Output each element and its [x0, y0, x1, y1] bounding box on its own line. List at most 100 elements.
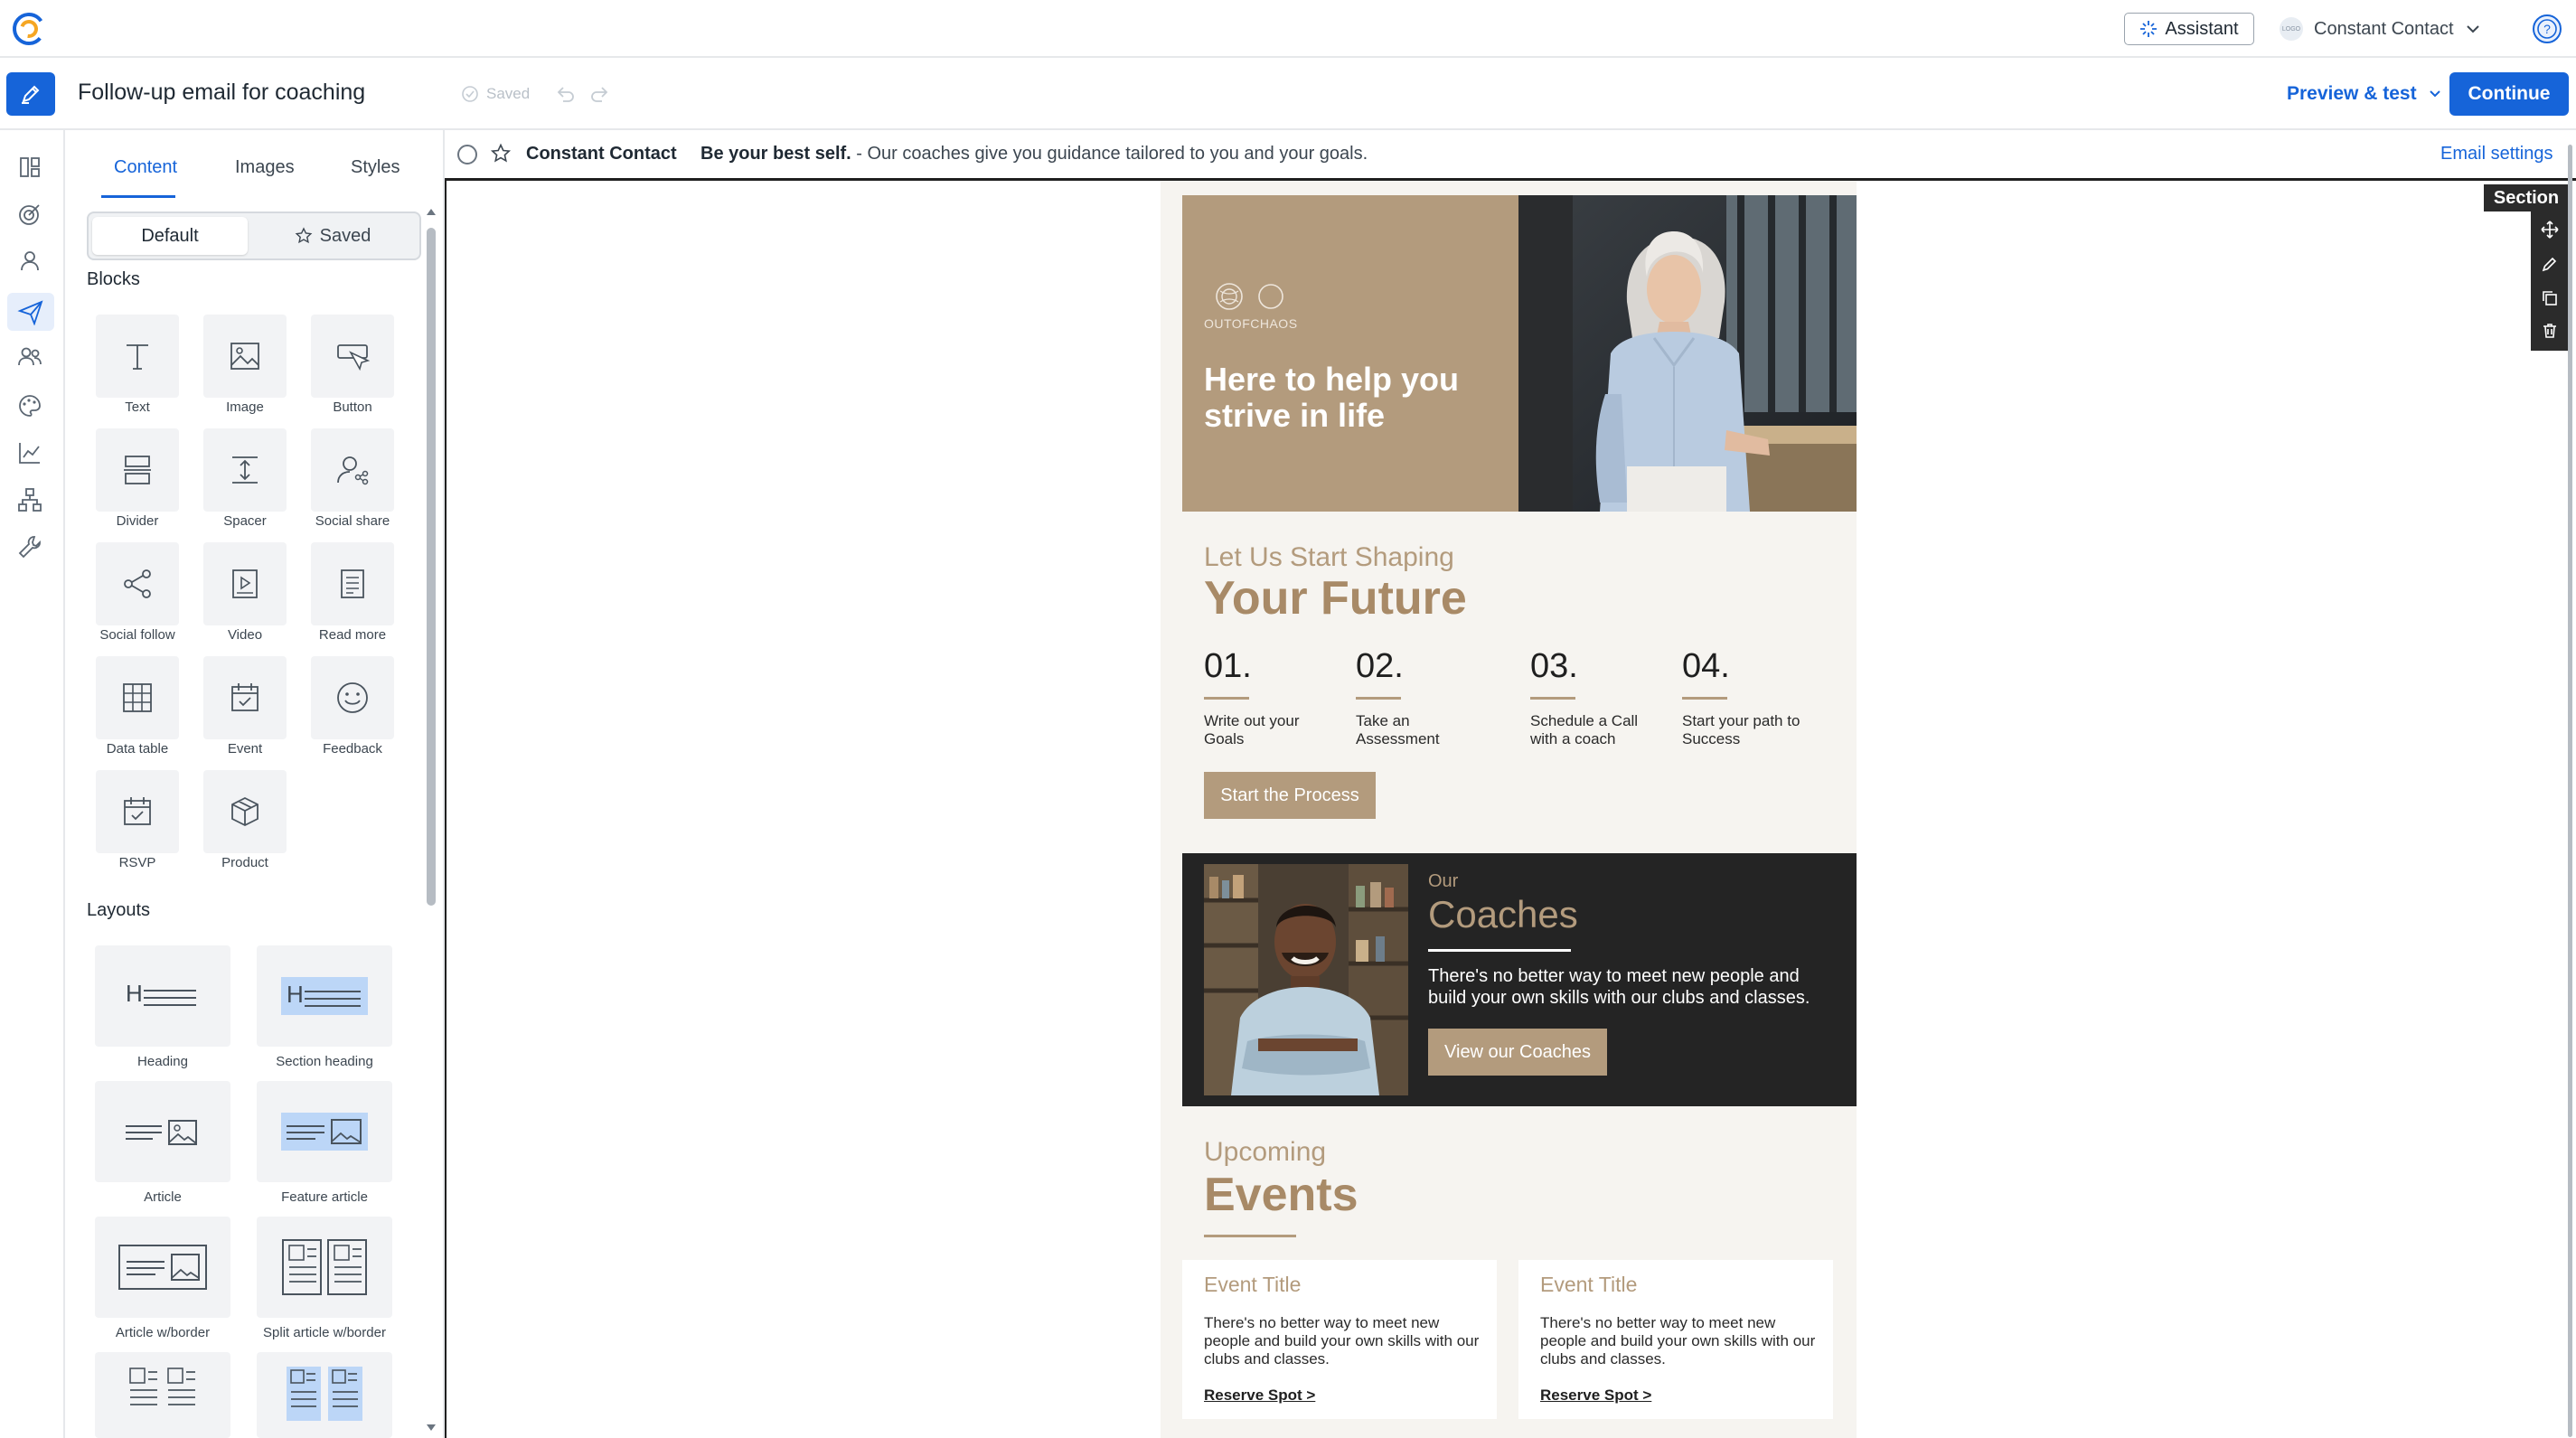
- block-text[interactable]: [96, 315, 179, 398]
- check-circle-icon: [461, 85, 479, 103]
- block-divider[interactable]: [96, 428, 179, 512]
- block-read-more[interactable]: [311, 542, 394, 625]
- intro-title[interactable]: Your Future: [1204, 571, 1467, 625]
- chevron-down-icon: [2465, 21, 2481, 37]
- dashboard-icon[interactable]: [16, 154, 43, 181]
- target-icon[interactable]: [16, 201, 43, 228]
- layout-label: Article: [144, 1189, 182, 1205]
- layout-split-article-border[interactable]: [257, 1217, 392, 1318]
- duplicate-icon[interactable]: [2541, 289, 2559, 307]
- block-product[interactable]: [203, 770, 287, 853]
- reserve-spot-link[interactable]: Reserve Spot >: [1204, 1386, 1315, 1405]
- block-event[interactable]: [203, 656, 287, 739]
- block-social-follow[interactable]: [96, 542, 179, 625]
- tools-wrench-icon[interactable]: [16, 533, 43, 560]
- hero-section[interactable]: OUTOFCHAOS Here to help you strive in li…: [1182, 195, 1857, 512]
- email-body: OUTOFCHAOS Here to help you strive in li…: [1161, 181, 1857, 1438]
- block-rsvp[interactable]: [96, 770, 179, 853]
- block-label: Button: [333, 399, 372, 415]
- saved-segment-label: Saved: [319, 225, 371, 246]
- scroll-up-icon[interactable]: [425, 206, 437, 217]
- tab-content[interactable]: Content: [114, 157, 177, 178]
- step-item[interactable]: 01. Write out your Goals: [1204, 647, 1358, 748]
- reporting-chart-icon[interactable]: [16, 439, 43, 466]
- contact-icon[interactable]: [16, 248, 43, 275]
- split-article-layout-icon: [282, 1239, 367, 1295]
- saved-segment[interactable]: Saved: [251, 217, 414, 255]
- block-image[interactable]: [203, 315, 287, 398]
- integrations-icon[interactable]: [16, 486, 43, 513]
- star-icon[interactable]: [490, 143, 512, 164]
- contacts-group-icon[interactable]: [16, 343, 43, 371]
- tab-styles[interactable]: Styles: [351, 157, 400, 178]
- star-icon: [295, 227, 313, 245]
- subject-text: Be your best self.: [700, 144, 851, 164]
- undo-icon[interactable]: [556, 85, 576, 103]
- intro-kicker[interactable]: Let Us Start Shaping: [1204, 542, 1454, 573]
- events-title[interactable]: Events: [1204, 1168, 1359, 1222]
- trash-icon[interactable]: [2541, 322, 2559, 340]
- block-social-share[interactable]: [311, 428, 394, 512]
- step-text: Write out your Goals: [1204, 712, 1300, 747]
- campaigns-send-icon[interactable]: [7, 293, 54, 331]
- active-tab-indicator: [101, 195, 175, 198]
- panel-scrollbar-thumb[interactable]: [427, 228, 436, 906]
- account-menu[interactable]: LOGO Constant Contact: [2280, 13, 2481, 45]
- block-button[interactable]: [311, 315, 394, 398]
- event-title: Event Title: [1204, 1273, 1302, 1296]
- continue-button[interactable]: Continue: [2449, 72, 2569, 116]
- step-item[interactable]: 02. Take an Assessment: [1356, 647, 1509, 748]
- tab-images[interactable]: Images: [235, 157, 295, 178]
- layout-two-column-feature[interactable]: [257, 1352, 392, 1438]
- edit-pencil-icon[interactable]: [2541, 255, 2559, 273]
- event-card[interactable]: Event Title There's no better way to mee…: [1518, 1260, 1833, 1419]
- block-data-table[interactable]: [96, 656, 179, 739]
- layout-heading[interactable]: H: [95, 945, 230, 1047]
- step-number: 04.: [1682, 647, 1730, 685]
- canvas-scrollbar[interactable]: [2567, 145, 2574, 1437]
- social-share-icon: [337, 456, 369, 485]
- palette-icon[interactable]: [16, 392, 43, 419]
- constant-contact-logo-icon[interactable]: [11, 11, 47, 47]
- sparkle-icon: [2139, 20, 2158, 38]
- events-kicker[interactable]: Upcoming: [1204, 1137, 1326, 1168]
- scroll-down-icon[interactable]: [425, 1423, 437, 1433]
- account-name: Constant Contact: [2314, 18, 2454, 39]
- step-underline: [1682, 697, 1727, 700]
- default-segment[interactable]: Default: [92, 217, 248, 255]
- edit-design-button[interactable]: [6, 72, 55, 116]
- layout-section-heading[interactable]: H: [257, 945, 392, 1047]
- block-source-toggle: Default Saved: [87, 211, 421, 260]
- coaches-section[interactable]: Our Coaches There's no better way to mee…: [1182, 853, 1857, 1106]
- subject-preheader[interactable]: Be your best self. - Our coaches give yo…: [700, 144, 1368, 164]
- layout-label: Section heading: [276, 1054, 373, 1069]
- layout-article-border[interactable]: [95, 1217, 230, 1318]
- view-coaches-button[interactable]: View our Coaches: [1428, 1029, 1607, 1076]
- section-tools: [2531, 211, 2569, 351]
- preview-label: Preview & test: [2287, 83, 2417, 104]
- outofchaos-logo-icon: [1204, 280, 1303, 313]
- move-icon[interactable]: [2541, 221, 2559, 239]
- email-title[interactable]: Follow-up email for coaching: [78, 80, 365, 106]
- pencil-icon: [18, 81, 43, 107]
- block-feedback[interactable]: [311, 656, 394, 739]
- help-icon[interactable]: ?: [2531, 13, 2563, 45]
- start-process-button[interactable]: Start the Process: [1204, 772, 1376, 819]
- block-video[interactable]: [203, 542, 287, 625]
- step-number: 03.: [1530, 647, 1578, 685]
- layout-label: Article w/border: [115, 1325, 211, 1340]
- select-radio[interactable]: [457, 145, 477, 164]
- preview-test-button[interactable]: Preview & test: [2287, 83, 2442, 105]
- layout-article[interactable]: [95, 1081, 230, 1182]
- redo-icon[interactable]: [589, 85, 609, 103]
- reserve-spot-link[interactable]: Reserve Spot >: [1540, 1386, 1651, 1405]
- assistant-button[interactable]: Assistant: [2124, 13, 2254, 45]
- layout-two-column-article[interactable]: [95, 1352, 230, 1438]
- email-settings-link[interactable]: Email settings: [2440, 144, 2553, 164]
- step-item[interactable]: 03. Schedule a Call with a coach: [1530, 647, 1684, 748]
- article-border-layout-icon: [118, 1245, 207, 1290]
- block-spacer[interactable]: [203, 428, 287, 512]
- step-item[interactable]: 04. Start your path to Success: [1682, 647, 1836, 748]
- layout-feature-article[interactable]: [257, 1081, 392, 1182]
- event-card[interactable]: Event Title There's no better way to mee…: [1182, 1260, 1497, 1419]
